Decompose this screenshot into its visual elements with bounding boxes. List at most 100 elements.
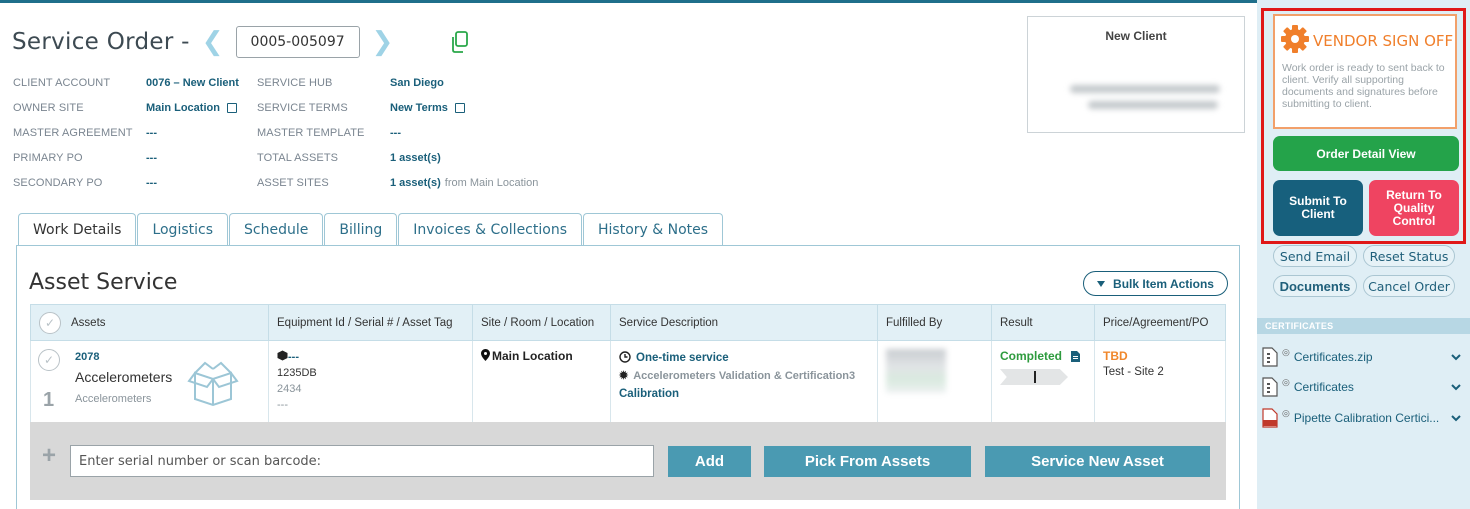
service-type-label: One-time service <box>636 352 729 364</box>
return-to-quality-control-button[interactable]: Return To Quality Control <box>1369 180 1459 236</box>
info-row-owner: OWNER SITE Main Location SERVICE TERMS N… <box>13 95 538 120</box>
asset-sites-value: 1 asset(s) from Main Location <box>390 177 538 189</box>
service-category[interactable]: Calibration <box>619 385 869 403</box>
col-location[interactable]: Site / Room / Location <box>472 304 611 341</box>
equipment-cell: --- 1235DB 2434 --- <box>268 340 473 424</box>
certificate-name: Certificates <box>1293 380 1354 394</box>
service-terms-link[interactable]: New Terms <box>390 102 448 114</box>
tab-history-notes[interactable]: History & Notes <box>583 213 724 245</box>
equipment-extra: --- <box>277 399 288 411</box>
vendor-signoff-title: VENDOR SIGN OFF <box>1313 32 1454 50</box>
label-secondary-po: SECONDARY PO <box>13 176 103 189</box>
tab-schedule[interactable]: Schedule <box>229 213 324 245</box>
tab-work-details[interactable]: Work Details <box>18 213 137 246</box>
asset-sites-link[interactable]: 1 asset(s) <box>390 177 441 189</box>
hidden-eye-icon[interactable]: ◎ <box>1282 347 1290 358</box>
cube-icon <box>277 350 288 361</box>
reset-status-button[interactable]: Reset Status <box>1363 245 1455 267</box>
asset-tag: 2434 <box>277 383 302 395</box>
certificate-item[interactable]: ◎ Pipette Calibration Certici... <box>1262 405 1467 431</box>
serial-search-input[interactable] <box>70 445 654 477</box>
label-total-assets: TOTAL ASSETS <box>257 151 339 164</box>
tab-invoices-collections[interactable]: Invoices & Collections <box>398 213 582 245</box>
price-cell: TBD Test - Site 2 <box>1094 340 1226 424</box>
secondary-po-value: --- <box>146 176 157 189</box>
order-info: CLIENT ACCOUNT 0076 – New Client SERVICE… <box>13 70 538 195</box>
certificate-item[interactable]: ◎ Certificates.zip <box>1262 344 1467 370</box>
total-assets-link[interactable]: 1 asset(s) <box>390 152 441 164</box>
service-hub-link[interactable]: San Diego <box>390 77 444 89</box>
col-price[interactable]: Price/Agreement/PO <box>1094 304 1226 341</box>
service-new-asset-button[interactable]: Service New Asset <box>985 446 1210 477</box>
prev-order-arrow[interactable]: ❮ <box>202 29 224 55</box>
table-row[interactable]: ✓ 1 2078 Accelerometers Accelerometers -… <box>30 340 1226 424</box>
order-number-field[interactable]: 0005-005097 <box>235 26 360 58</box>
chevron-down-icon[interactable] <box>1449 380 1463 394</box>
client-account-link[interactable]: 0076 – New Client <box>146 77 257 89</box>
label-master-template: MASTER TEMPLATE <box>257 126 365 139</box>
submit-to-client-button[interactable]: Submit To Client <box>1273 180 1363 236</box>
label-asset-sites: ASSET SITES <box>257 176 329 189</box>
equipment-id-link[interactable]: --- <box>288 351 299 363</box>
col-assets-label: Assets <box>71 316 106 329</box>
row-checkbox[interactable]: ✓ <box>38 349 60 371</box>
owner-site-link[interactable]: Main Location <box>146 102 220 114</box>
add-button[interactable]: Add <box>668 446 751 477</box>
col-assets[interactable]: ✓ Assets <box>30 304 269 341</box>
copy-icon[interactable] <box>449 30 471 54</box>
info-row-primary: PRIMARY PO --- TOTAL ASSETS 1 asset(s) <box>13 145 538 170</box>
external-link-icon[interactable] <box>226 102 237 113</box>
order-detail-view-button[interactable]: Order Detail View <box>1273 136 1459 171</box>
service-terms-value: New Terms <box>390 102 465 114</box>
asset-table: ✓ Assets Equipment Id / Serial # / Asset … <box>30 304 1226 424</box>
table-header-row: ✓ Assets Equipment Id / Serial # / Asset … <box>30 304 1226 341</box>
work-details-panel: Asset Service Bulk Item Actions ✓ Assets … <box>16 245 1240 509</box>
label-service-terms: SERVICE TERMS <box>257 101 348 114</box>
asset-id-link[interactable]: 2078 <box>75 351 99 363</box>
certificate-name: Pipette Calibration Certici... <box>1293 411 1440 425</box>
master-template-value: --- <box>390 126 401 139</box>
hidden-eye-icon[interactable]: ◎ <box>1282 377 1290 388</box>
gear-icon: ✹ <box>619 370 629 382</box>
cancel-order-button[interactable]: Cancel Order <box>1363 275 1455 297</box>
asset-subtitle: Accelerometers <box>75 393 152 405</box>
send-email-button[interactable]: Send Email <box>1273 245 1357 267</box>
tab-logistics[interactable]: Logistics <box>137 213 228 245</box>
pick-from-assets-button[interactable]: Pick From Assets <box>764 446 971 477</box>
vendor-signoff-text: Work order is ready to sent back to clie… <box>1282 62 1445 110</box>
asset-sites-suffix: from Main Location <box>444 176 539 189</box>
next-order-arrow[interactable]: ❯ <box>372 29 394 55</box>
client-address-blurred <box>1070 85 1220 93</box>
gear-icon <box>1281 25 1309 53</box>
chevron-down-icon[interactable] <box>1449 411 1463 425</box>
col-fulfilled-by[interactable]: Fulfilled By <box>877 304 992 341</box>
equipment-id-line: --- <box>277 349 464 365</box>
zip-file-icon <box>1262 377 1278 397</box>
page-title: Service Order - <box>12 29 190 55</box>
certificate-item[interactable]: ◎ Certificates <box>1262 374 1467 400</box>
serial-number: 1235DB <box>277 367 317 379</box>
hidden-eye-icon[interactable]: ◎ <box>1282 408 1290 419</box>
documents-button[interactable]: Documents <box>1273 275 1357 297</box>
price-value: TBD <box>1103 349 1128 363</box>
document-icon[interactable] <box>1071 350 1080 362</box>
plus-icon: + <box>42 442 57 469</box>
col-service-description[interactable]: Service Description <box>610 304 878 341</box>
chevron-down-icon[interactable] <box>1449 350 1463 364</box>
result-cell: Completed <box>991 340 1095 424</box>
map-pin-icon <box>481 349 490 361</box>
owner-site-value: Main Location <box>146 102 257 114</box>
info-row-client: CLIENT ACCOUNT 0076 – New Client SERVICE… <box>13 70 538 95</box>
col-equipment[interactable]: Equipment Id / Serial # / Asset Tag <box>268 304 473 341</box>
tab-billing[interactable]: Billing <box>324 213 398 245</box>
select-all-checkbox[interactable]: ✓ <box>39 311 61 334</box>
asset-cell: ✓ 1 2078 Accelerometers Accelerometers <box>30 340 269 424</box>
technician-blurred <box>886 349 946 393</box>
service-type-link[interactable]: One-time service <box>619 349 869 367</box>
certificates-header: CERTIFICATES <box>1257 318 1470 334</box>
asset-service-title: Asset Service <box>29 270 178 295</box>
bulk-item-actions-label: Bulk Item Actions <box>1113 276 1214 291</box>
bulk-item-actions-button[interactable]: Bulk Item Actions <box>1083 271 1228 296</box>
col-result[interactable]: Result <box>991 304 1095 341</box>
external-link-icon[interactable] <box>454 102 465 113</box>
